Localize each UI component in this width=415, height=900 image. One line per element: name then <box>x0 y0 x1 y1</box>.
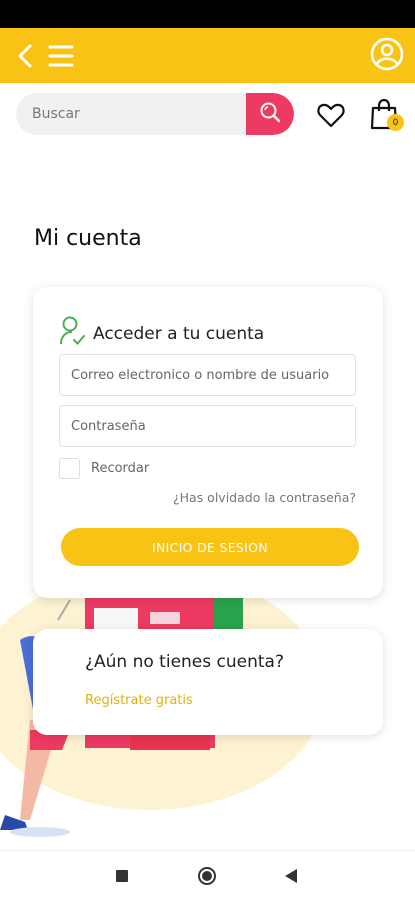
signup-question: ¿Aún no tienes cuenta? <box>85 652 284 672</box>
status-bar <box>0 0 415 28</box>
register-link[interactable]: Regístrate gratis <box>85 693 193 708</box>
app-bar <box>0 28 415 83</box>
remember-label: Recordar <box>91 461 150 476</box>
signup-card: ¿Aún no tienes cuenta? Regístrate gratis <box>33 629 383 735</box>
password-input[interactable] <box>60 406 355 446</box>
cart-count-badge: 0 <box>387 114 404 131</box>
search-input[interactable] <box>16 93 246 135</box>
page-title: Mi cuenta <box>34 226 142 251</box>
search-row <box>0 83 415 147</box>
forgot-password-link[interactable]: ¿Has olvidado la contraseña? <box>173 490 356 505</box>
home-icon[interactable] <box>198 867 216 885</box>
recents-icon[interactable] <box>116 870 128 882</box>
search-box <box>16 93 294 135</box>
wishlist-heart-icon[interactable] <box>316 100 346 130</box>
nav-back-icon[interactable] <box>285 869 297 883</box>
email-input[interactable] <box>60 355 355 395</box>
password-field <box>59 405 356 447</box>
user-check-icon <box>59 315 85 352</box>
hamburger-menu-icon[interactable] <box>46 43 76 69</box>
remember-row: Recordar <box>59 458 149 479</box>
system-nav-bar <box>0 850 415 900</box>
back-icon[interactable] <box>12 43 38 69</box>
login-heading-text: Acceder a tu cuenta <box>93 323 265 344</box>
remember-checkbox[interactable] <box>59 458 80 479</box>
search-icon <box>259 101 281 127</box>
email-field <box>59 354 356 396</box>
login-heading: Acceder a tu cuenta <box>59 315 264 352</box>
login-card: Acceder a tu cuenta Recordar ¿Has olvida… <box>33 287 383 598</box>
login-button[interactable]: INICIO DE SESION <box>61 528 359 566</box>
user-account-icon[interactable] <box>369 36 405 72</box>
search-button[interactable] <box>246 93 294 135</box>
